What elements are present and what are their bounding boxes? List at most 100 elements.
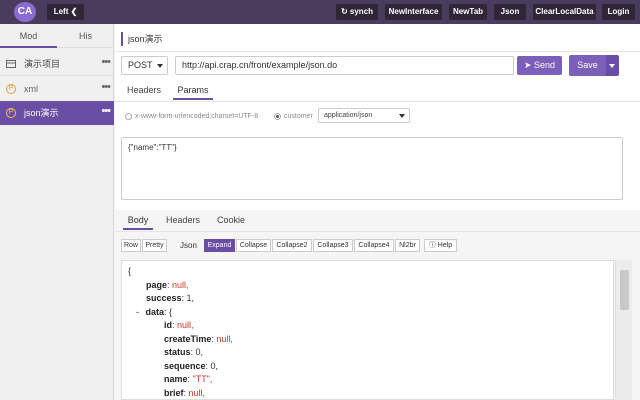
circle-p-icon: P xyxy=(6,108,16,118)
json-key: page xyxy=(146,279,168,290)
tab-body[interactable]: Body xyxy=(123,210,153,230)
synch-label: synch xyxy=(349,7,374,16)
content-type-value: application/json xyxy=(324,112,373,119)
new-interface-button[interactable]: NewInterface xyxy=(385,4,442,20)
chevron-left-icon: ❮ xyxy=(70,7,78,16)
json-line: status: 0, xyxy=(164,347,204,357)
page-title: json演示 xyxy=(121,32,163,46)
divider xyxy=(115,51,640,52)
chevron-down-icon xyxy=(157,64,163,68)
scrollbar[interactable] xyxy=(615,260,632,400)
json-key: success xyxy=(146,293,182,303)
json-key: name xyxy=(164,374,188,384)
json-value: { xyxy=(169,306,173,317)
clear-local-data-button[interactable]: ClearLocalData xyxy=(533,4,596,20)
tab-response-headers[interactable]: Headers xyxy=(163,210,203,230)
save-dropdown-button[interactable] xyxy=(606,55,619,76)
chevron-down-icon xyxy=(399,114,405,118)
json-key: id xyxy=(164,320,172,330)
method-select[interactable]: POST xyxy=(121,56,168,75)
radio-customer-label: customer xyxy=(284,113,313,120)
more-options-icon[interactable]: ••• xyxy=(101,99,111,123)
tab-cookie[interactable]: Cookie xyxy=(213,210,249,230)
sidebar-item-xml[interactable]: P xml ••• xyxy=(0,77,114,101)
request-tabs: Headers Params xyxy=(115,80,640,100)
json-key: createTime xyxy=(164,333,212,344)
new-tab-button[interactable]: NewTab xyxy=(449,4,487,20)
save-button[interactable]: Save xyxy=(569,55,606,76)
collapse4-button[interactable]: Collapse4 xyxy=(354,239,394,252)
json-button[interactable]: Json xyxy=(494,4,526,20)
left-toggle-button[interactable]: Left ❮ xyxy=(47,4,84,20)
json-value: 1, xyxy=(186,293,195,303)
response-tabs: Body Headers Cookie xyxy=(115,210,640,230)
chevron-down-icon xyxy=(609,64,615,68)
help-label: Help xyxy=(437,242,453,249)
collapse2-button[interactable]: Collapse2 xyxy=(272,239,312,252)
clock-icon: ⓘ xyxy=(428,242,436,249)
sidebar: Mod His 演示项目 ••• P xml ••• P json演示 ••• xyxy=(0,24,114,400)
sidebar-item-label: xml xyxy=(24,84,38,94)
left-toggle-label: Left xyxy=(53,7,69,16)
scrollbar-thumb[interactable] xyxy=(620,270,629,310)
help-button[interactable]: ⓘ Help xyxy=(424,239,457,252)
json-line: sequence: 0, xyxy=(164,360,219,371)
json-brace: { xyxy=(128,266,132,276)
sidebar-tab-his[interactable]: His xyxy=(57,24,114,48)
send-label: Send xyxy=(534,60,556,70)
circle-p-icon: P xyxy=(6,84,16,94)
json-key: status xyxy=(164,347,191,357)
pretty-button[interactable]: Pretty xyxy=(142,239,167,252)
radio-form-urlencoded[interactable] xyxy=(125,113,132,120)
json-value: 0, xyxy=(210,360,219,371)
more-options-icon[interactable]: ••• xyxy=(101,75,111,99)
json-value: null, xyxy=(172,279,189,290)
top-bar: CA Left ❮ ↻ synch NewInterface NewTab Js… xyxy=(0,0,640,24)
method-value: POST xyxy=(128,60,153,70)
json-line: page: null, xyxy=(146,279,189,290)
json-line: id: null, xyxy=(164,320,194,330)
json-line: - data: { xyxy=(136,306,173,317)
json-line: { xyxy=(128,265,607,279)
sidebar-tab-mod[interactable]: Mod xyxy=(0,24,57,48)
radio-customer[interactable] xyxy=(274,113,281,120)
json-label: Json xyxy=(180,241,197,250)
json-line: success: 1, xyxy=(146,293,195,303)
sidebar-item-json[interactable]: P json演示 ••• xyxy=(0,101,114,125)
sidebar-item-label: json演示 xyxy=(24,108,59,118)
json-value: null, xyxy=(177,320,194,330)
send-button[interactable]: ➤ Send xyxy=(517,56,562,75)
json-collapse-toggle[interactable]: - xyxy=(136,307,142,317)
divider xyxy=(115,231,640,232)
json-key: data xyxy=(145,306,165,317)
tab-headers[interactable]: Headers xyxy=(123,80,165,100)
json-value: 0, xyxy=(195,347,204,357)
nl2br-button[interactable]: Nl2br xyxy=(395,239,420,252)
collapse-button[interactable]: Collapse xyxy=(236,239,271,252)
tab-params[interactable]: Params xyxy=(173,80,213,100)
json-value: "TT", xyxy=(192,374,213,384)
json-key: sequence xyxy=(164,360,206,371)
json-key: brief xyxy=(164,387,184,398)
sync-icon: ↻ xyxy=(340,7,348,16)
json-value: null, xyxy=(216,333,233,344)
login-button[interactable]: Login xyxy=(602,4,635,20)
json-line: createTime: null, xyxy=(164,333,233,344)
main-panel: json演示 POST http://api.crap.cn/front/exa… xyxy=(115,24,640,400)
url-input[interactable]: http://api.crap.cn/front/example/json.do xyxy=(175,56,514,75)
divider xyxy=(115,101,640,102)
row-button[interactable]: Row xyxy=(121,239,141,252)
json-line: brief: null, xyxy=(164,387,206,398)
folder-icon xyxy=(6,60,16,68)
collapse3-button[interactable]: Collapse3 xyxy=(313,239,353,252)
radio-form-label: x-www-form-urlencoded;charset=UTF-8 xyxy=(135,113,259,120)
app-logo: CA xyxy=(14,2,36,22)
request-body-textarea[interactable]: {"name":"TT"} xyxy=(121,137,623,200)
expand-button[interactable]: Expand xyxy=(204,239,235,252)
synch-button[interactable]: ↻ synch xyxy=(336,4,378,20)
json-line: name: "TT", xyxy=(164,374,213,384)
content-type-select[interactable]: application/json xyxy=(318,108,410,123)
more-options-icon[interactable]: ••• xyxy=(101,50,111,74)
sidebar-item-project[interactable]: 演示项目 ••• xyxy=(0,52,114,76)
send-icon: ➤ xyxy=(523,60,532,70)
